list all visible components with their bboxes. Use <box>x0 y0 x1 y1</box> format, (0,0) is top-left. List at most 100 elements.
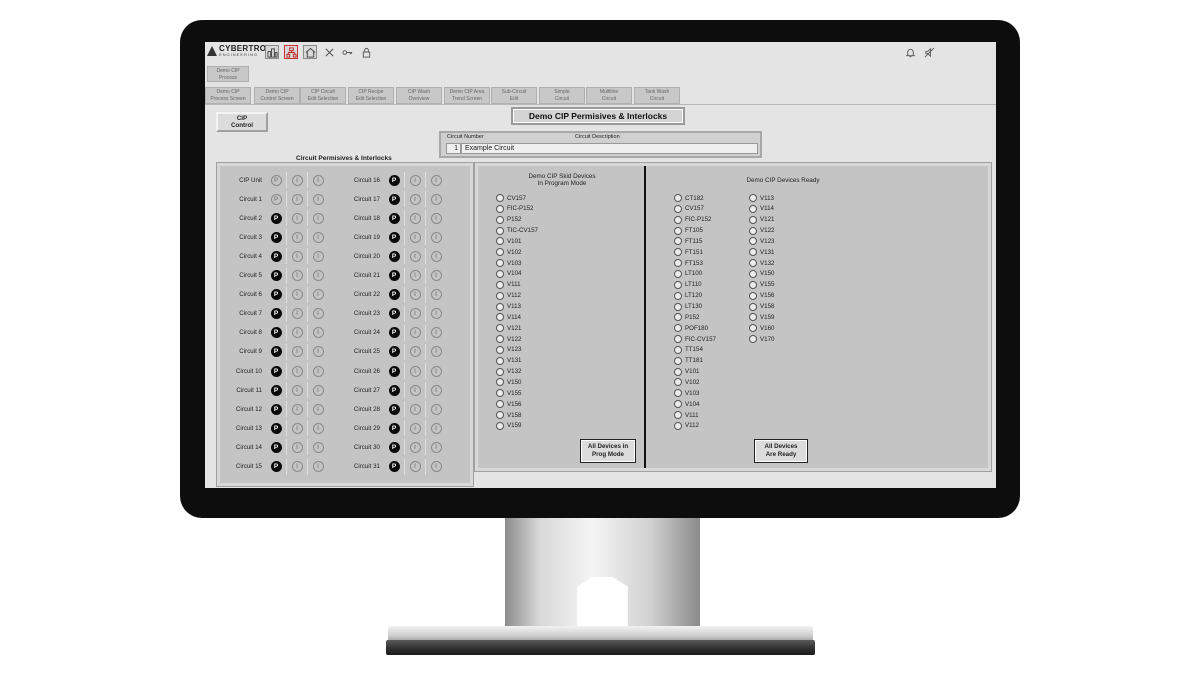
device-item[interactable]: V103 <box>496 258 521 268</box>
device-status-radio[interactable] <box>674 411 682 419</box>
device-status-radio[interactable] <box>749 302 757 311</box>
device-item[interactable]: V123 <box>496 345 521 355</box>
circuit-description-field[interactable]: Example Circuit <box>461 143 758 154</box>
permissive-indicator[interactable]: P <box>270 270 282 281</box>
interlock-indicator-2[interactable]: I <box>430 289 442 301</box>
interlock-indicator-2[interactable]: I <box>312 289 324 301</box>
interlock-indicator-1[interactable]: I <box>291 270 303 281</box>
interlock-indicator-1[interactable]: I <box>291 441 303 453</box>
device-item[interactable]: V103 <box>674 388 699 398</box>
device-item[interactable]: TT154 <box>674 345 703 355</box>
device-item[interactable]: P152 <box>496 215 521 225</box>
device-status-radio[interactable] <box>674 313 682 322</box>
interlock-indicator-1[interactable]: I <box>291 250 303 262</box>
interlock-indicator-2[interactable]: I <box>312 365 324 377</box>
device-item[interactable]: V114 <box>749 204 774 214</box>
device-item[interactable]: LT100 <box>674 269 702 279</box>
interlock-indicator-1[interactable]: I <box>291 403 303 415</box>
device-item[interactable]: V150 <box>749 269 774 279</box>
device-status-radio[interactable] <box>496 215 504 224</box>
interlock-indicator-1[interactable]: I <box>291 384 303 396</box>
device-item[interactable]: V156 <box>496 399 521 409</box>
device-item[interactable]: V123 <box>749 236 774 246</box>
device-status-radio[interactable] <box>674 378 682 387</box>
interlock-indicator-2[interactable]: I <box>312 270 324 281</box>
interlock-indicator-2[interactable]: I <box>430 174 442 186</box>
interlock-indicator-1[interactable]: I <box>409 289 421 301</box>
interlock-indicator-2[interactable]: I <box>312 212 324 224</box>
device-status-radio[interactable] <box>496 411 504 419</box>
device-item[interactable]: V101 <box>674 367 699 377</box>
device-status-radio[interactable] <box>674 248 682 257</box>
device-item[interactable]: V112 <box>496 291 521 301</box>
permissive-indicator[interactable]: P <box>388 384 400 396</box>
device-status-radio[interactable] <box>496 269 504 278</box>
permissive-indicator[interactable]: P <box>388 403 400 415</box>
device-status-radio[interactable] <box>496 237 504 246</box>
interlock-indicator-2[interactable]: I <box>430 365 442 377</box>
tab-0[interactable]: Demo CIP Process Screen <box>205 87 251 104</box>
interlock-indicator-2[interactable]: I <box>312 461 324 472</box>
permissive-indicator[interactable]: P <box>388 441 400 453</box>
device-item[interactable]: TIC-CV157 <box>496 226 538 236</box>
permissive-indicator[interactable]: P <box>388 212 400 224</box>
device-item[interactable]: V132 <box>749 258 774 268</box>
interlock-indicator-2[interactable]: I <box>430 270 442 281</box>
device-status-radio[interactable] <box>496 335 504 344</box>
bell-icon-button[interactable] <box>903 45 917 59</box>
device-status-radio[interactable] <box>674 324 682 333</box>
interlock-indicator-1[interactable]: I <box>409 441 421 453</box>
permissive-indicator[interactable]: P <box>388 365 400 377</box>
device-item[interactable]: V102 <box>496 247 521 257</box>
device-item[interactable]: CV157 <box>496 193 526 203</box>
interlock-indicator-1[interactable]: I <box>409 193 421 205</box>
close-icon-button[interactable] <box>322 45 336 59</box>
device-status-radio[interactable] <box>496 345 504 354</box>
interlock-indicator-1[interactable]: I <box>291 346 303 358</box>
device-status-radio[interactable] <box>496 356 504 365</box>
device-item[interactable]: V159 <box>496 421 521 431</box>
device-item[interactable]: POF180 <box>674 323 708 333</box>
permissive-indicator[interactable]: P <box>270 174 282 186</box>
device-item[interactable]: V121 <box>496 323 521 333</box>
interlock-indicator-1[interactable]: I <box>291 461 303 472</box>
device-status-radio[interactable] <box>674 226 682 235</box>
tab-4[interactable]: CIP Wash Overview <box>396 87 442 104</box>
plant-icon-button[interactable] <box>265 45 279 59</box>
device-item[interactable]: V122 <box>749 226 774 236</box>
device-status-radio[interactable] <box>674 204 682 213</box>
tab-3[interactable]: CIP Recipe Edit Selection <box>348 87 394 104</box>
permissive-indicator[interactable]: P <box>388 231 400 243</box>
device-status-radio[interactable] <box>496 291 504 300</box>
interlock-indicator-1[interactable]: I <box>409 403 421 415</box>
permissive-indicator[interactable]: P <box>270 250 282 262</box>
device-item[interactable]: V131 <box>749 247 774 257</box>
permissive-indicator[interactable]: P <box>270 422 282 434</box>
permissive-indicator[interactable]: P <box>270 441 282 453</box>
interlock-indicator-2[interactable]: I <box>312 346 324 358</box>
device-status-radio[interactable] <box>496 378 504 387</box>
device-item[interactable]: V112 <box>674 421 699 431</box>
device-status-radio[interactable] <box>496 204 504 213</box>
permissive-indicator[interactable]: P <box>388 461 400 472</box>
interlock-indicator-2[interactable]: I <box>430 212 442 224</box>
all-devices-prog-mode-button[interactable]: All Devices in Prog Mode <box>580 439 636 463</box>
permissive-indicator[interactable]: P <box>388 422 400 434</box>
device-status-radio[interactable] <box>674 280 682 289</box>
device-item[interactable]: FT151 <box>674 247 703 257</box>
device-item[interactable]: FT115 <box>674 236 702 246</box>
device-item[interactable]: CT182 <box>674 193 704 203</box>
device-status-radio[interactable] <box>496 280 504 289</box>
device-status-radio[interactable] <box>674 356 682 365</box>
device-status-radio[interactable] <box>674 335 682 344</box>
device-item[interactable]: CV157 <box>674 204 704 214</box>
device-item[interactable]: V155 <box>496 388 521 398</box>
device-status-radio[interactable] <box>496 324 504 333</box>
interlock-indicator-2[interactable]: I <box>430 250 442 262</box>
device-status-radio[interactable] <box>749 204 757 213</box>
interlock-indicator-1[interactable]: I <box>291 308 303 320</box>
device-item[interactable]: V101 <box>496 236 521 246</box>
device-status-radio[interactable] <box>674 259 682 268</box>
device-item[interactable]: V160 <box>749 323 774 333</box>
interlock-indicator-2[interactable]: I <box>430 308 442 320</box>
